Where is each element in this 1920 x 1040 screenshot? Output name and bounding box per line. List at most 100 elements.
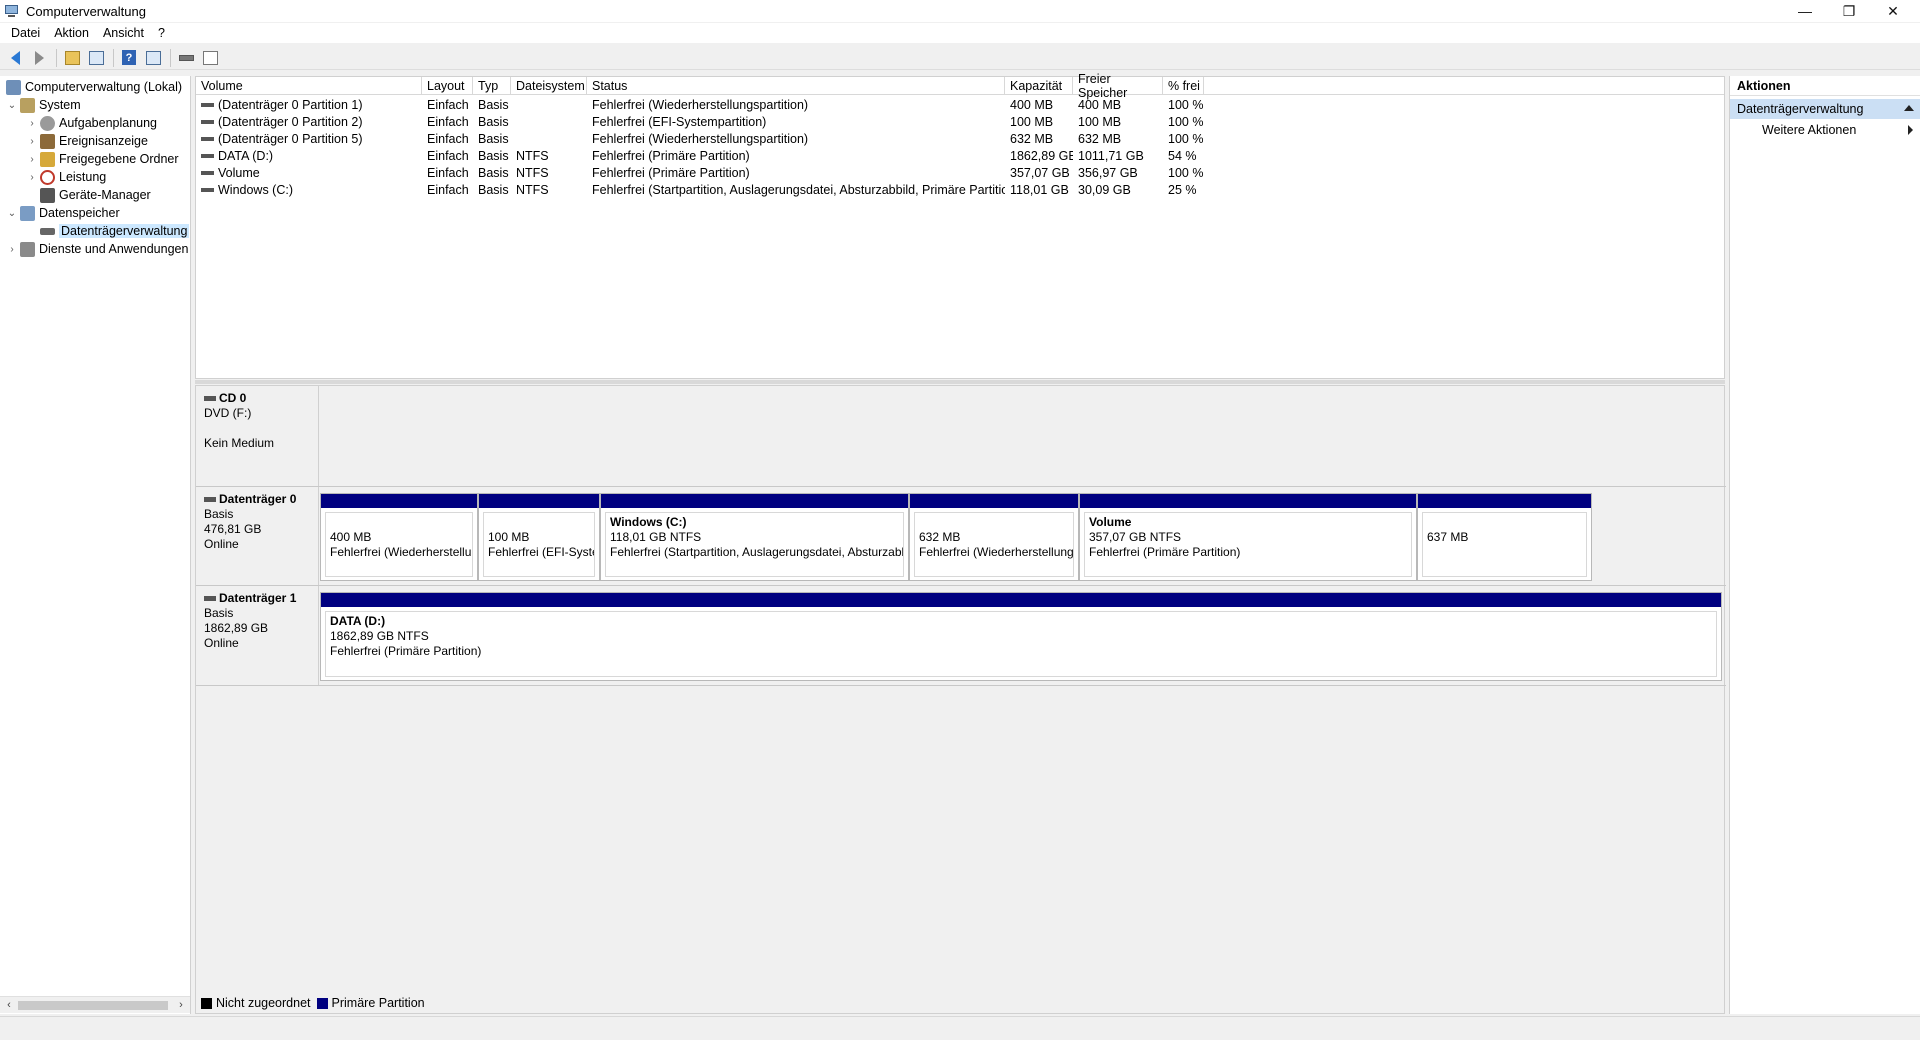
toolbar-separator bbox=[56, 48, 57, 67]
tree-item-geraete-manager[interactable]: Geräte-Manager bbox=[26, 186, 151, 204]
menu-datei[interactable]: Datei bbox=[4, 26, 47, 40]
tree-item-freigegebene-ordner[interactable]: › Freigegebene Ordner bbox=[26, 150, 179, 168]
expand-toggle-icon[interactable]: › bbox=[26, 171, 38, 183]
partition-windows-c[interactable]: Windows (C:) 118,01 GB NTFS Fehlerfrei (… bbox=[600, 493, 909, 581]
status-bar bbox=[0, 1016, 1920, 1040]
partition-type-bar bbox=[321, 494, 477, 508]
menu-help[interactable]: ? bbox=[151, 26, 172, 40]
expand-toggle-icon[interactable]: › bbox=[6, 243, 18, 255]
tree-item-leistung[interactable]: › Leistung bbox=[26, 168, 106, 186]
partition-data-d[interactable]: DATA (D:) 1862,89 GB NTFS Fehlerfrei (Pr… bbox=[320, 592, 1722, 681]
tree-item-computerverwaltung[interactable]: Computerverwaltung (Lokal) bbox=[4, 78, 182, 96]
partition-type-bar bbox=[1080, 494, 1416, 508]
column-header-prozent-frei[interactable]: % frei bbox=[1163, 77, 1204, 95]
show-tree-button[interactable] bbox=[85, 48, 107, 68]
expand-toggle-icon[interactable]: › bbox=[26, 135, 38, 147]
toolbar: ? bbox=[0, 46, 1920, 70]
volume-icon bbox=[201, 154, 214, 159]
actions-pane: Aktionen Datenträgerverwaltung Weitere A… bbox=[1729, 76, 1920, 1014]
expand-toggle-icon[interactable]: › bbox=[26, 153, 38, 165]
partition-disk0-recovery5[interactable]: 632 MB Fehlerfrei (Wiederherstellungs bbox=[909, 493, 1079, 581]
properties-button[interactable] bbox=[199, 48, 221, 68]
close-button[interactable]: ✕ bbox=[1871, 0, 1915, 22]
disk-label-disk1[interactable]: Datenträger 1 Basis 1862,89 GB Online bbox=[196, 586, 319, 685]
tree-item-ereignisanzeige[interactable]: › Ereignisanzeige bbox=[26, 132, 148, 150]
disk-properties-button[interactable] bbox=[175, 48, 197, 68]
primary-partition-swatch bbox=[316, 997, 328, 1009]
back-arrow-icon bbox=[10, 50, 20, 65]
legend-primary-partition: Primäre Partition bbox=[331, 996, 425, 1010]
partition-disk0-637mb[interactable]: 637 MB bbox=[1417, 493, 1592, 581]
column-header-kapazitaet[interactable]: Kapazität bbox=[1005, 77, 1073, 95]
clock-icon bbox=[40, 115, 55, 131]
expand-toggle-icon[interactable]: ⌄ bbox=[6, 207, 18, 219]
minimize-button[interactable]: — bbox=[1783, 0, 1827, 22]
collapse-up-icon[interactable] bbox=[1904, 105, 1914, 111]
partition-type-bar bbox=[1418, 494, 1591, 508]
action-weitere-aktionen[interactable]: Weitere Aktionen bbox=[1730, 119, 1920, 141]
menu-aktion[interactable]: Aktion bbox=[47, 26, 96, 40]
table-row[interactable]: (Datenträger 0 Partition 1) Einfach Basi… bbox=[196, 96, 1204, 113]
pane-splitter[interactable] bbox=[195, 380, 1725, 384]
volume-icon bbox=[201, 120, 214, 125]
action-pane-icon bbox=[145, 50, 161, 65]
partition-disk0-efi[interactable]: 100 MB Fehlerfrei (EFI-Syster bbox=[478, 493, 600, 581]
actions-section-datentraegerverwaltung[interactable]: Datenträgerverwaltung bbox=[1730, 99, 1920, 119]
partition-type-bar bbox=[479, 494, 599, 508]
menu-ansicht[interactable]: Ansicht bbox=[96, 26, 151, 40]
expand-toggle-icon[interactable]: › bbox=[26, 117, 38, 129]
disk-label-disk0[interactable]: Datenträger 0 Basis 476,81 GB Online bbox=[196, 487, 319, 585]
restore-button[interactable]: ❐ bbox=[1827, 0, 1871, 22]
services-icon bbox=[20, 241, 35, 257]
table-row[interactable]: Windows (C:) Einfach Basis NTFS Fehlerfr… bbox=[196, 181, 1204, 198]
show-actions-button[interactable] bbox=[142, 48, 164, 68]
disk-management-icon bbox=[40, 227, 55, 235]
table-row[interactable]: DATA (D:) Einfach Basis NTFS Fehlerfrei … bbox=[196, 147, 1204, 164]
table-row[interactable]: (Datenträger 0 Partition 2) Einfach Basi… bbox=[196, 113, 1204, 130]
cd-drive-icon bbox=[204, 396, 216, 401]
help-icon: ? bbox=[122, 50, 136, 65]
tree-horizontal-scrollbar[interactable]: ‹ › bbox=[0, 996, 190, 1013]
tree-item-datenspeicher[interactable]: ⌄ Datenspeicher bbox=[6, 204, 120, 222]
column-header-status[interactable]: Status bbox=[587, 77, 1005, 95]
disk-separator bbox=[196, 585, 1726, 586]
scroll-left-icon[interactable]: ‹ bbox=[2, 998, 16, 1012]
column-header-volume[interactable]: Volume bbox=[196, 77, 422, 95]
computer-management-icon bbox=[4, 3, 20, 19]
tree-item-aufgabenplanung[interactable]: › Aufgabenplanung bbox=[26, 114, 157, 132]
column-header-typ[interactable]: Typ bbox=[473, 77, 511, 95]
partition-volume[interactable]: Volume 357,07 GB NTFS Fehlerfrei (Primär… bbox=[1079, 493, 1417, 581]
disk-separator bbox=[196, 486, 1726, 487]
up-folder-button[interactable] bbox=[61, 48, 83, 68]
volume-list-header: Volume Layout Typ Dateisystem Status Kap… bbox=[196, 72, 1724, 100]
partition-type-bar bbox=[910, 494, 1078, 508]
table-row[interactable]: (Datenträger 0 Partition 5) Einfach Basi… bbox=[196, 130, 1204, 147]
tools-icon bbox=[20, 97, 35, 113]
partition-disk0-recovery1[interactable]: 400 MB Fehlerfrei (Wiederherstellur bbox=[320, 493, 478, 581]
event-log-icon bbox=[40, 133, 55, 149]
forward-button[interactable] bbox=[28, 48, 50, 68]
tree-item-system[interactable]: ⌄ System bbox=[6, 96, 81, 114]
legend-unallocated: Nicht zugeordnet bbox=[216, 996, 311, 1010]
unallocated-swatch bbox=[201, 997, 212, 1009]
properties-icon bbox=[202, 50, 218, 65]
hard-disk-icon bbox=[204, 596, 216, 601]
table-row[interactable]: Volume Einfach Basis NTFS Fehlerfrei (Pr… bbox=[196, 164, 1204, 181]
tree-item-datentraegerverwaltung[interactable]: Datenträgerverwaltung bbox=[26, 222, 190, 240]
tree-item-dienste-und-anwendungen[interactable]: › Dienste und Anwendungen bbox=[6, 240, 188, 258]
volume-list: Volume Layout Typ Dateisystem Status Kap… bbox=[195, 72, 1725, 379]
toolbar-separator bbox=[170, 48, 171, 67]
disk-label-cd0[interactable]: CD 0 DVD (F:) Kein Medium bbox=[196, 386, 319, 486]
column-header-layout[interactable]: Layout bbox=[422, 77, 473, 95]
disk-graphical-view: CD 0 DVD (F:) Kein Medium Datenträger 0 … bbox=[195, 385, 1726, 1014]
column-header-freier-speicher[interactable]: Freier Speicher bbox=[1073, 72, 1163, 100]
submenu-arrow-icon bbox=[1908, 125, 1913, 135]
toolbar-separator bbox=[113, 48, 114, 67]
help-button[interactable]: ? bbox=[118, 48, 140, 68]
scrollbar-thumb[interactable] bbox=[18, 1001, 168, 1010]
back-button[interactable] bbox=[4, 48, 26, 68]
scroll-right-icon[interactable]: › bbox=[174, 998, 188, 1012]
title-bar: Computerverwaltung — ❐ ✕ bbox=[0, 0, 1920, 22]
column-header-dateisystem[interactable]: Dateisystem bbox=[511, 77, 587, 95]
expand-toggle-icon[interactable]: ⌄ bbox=[6, 99, 18, 111]
